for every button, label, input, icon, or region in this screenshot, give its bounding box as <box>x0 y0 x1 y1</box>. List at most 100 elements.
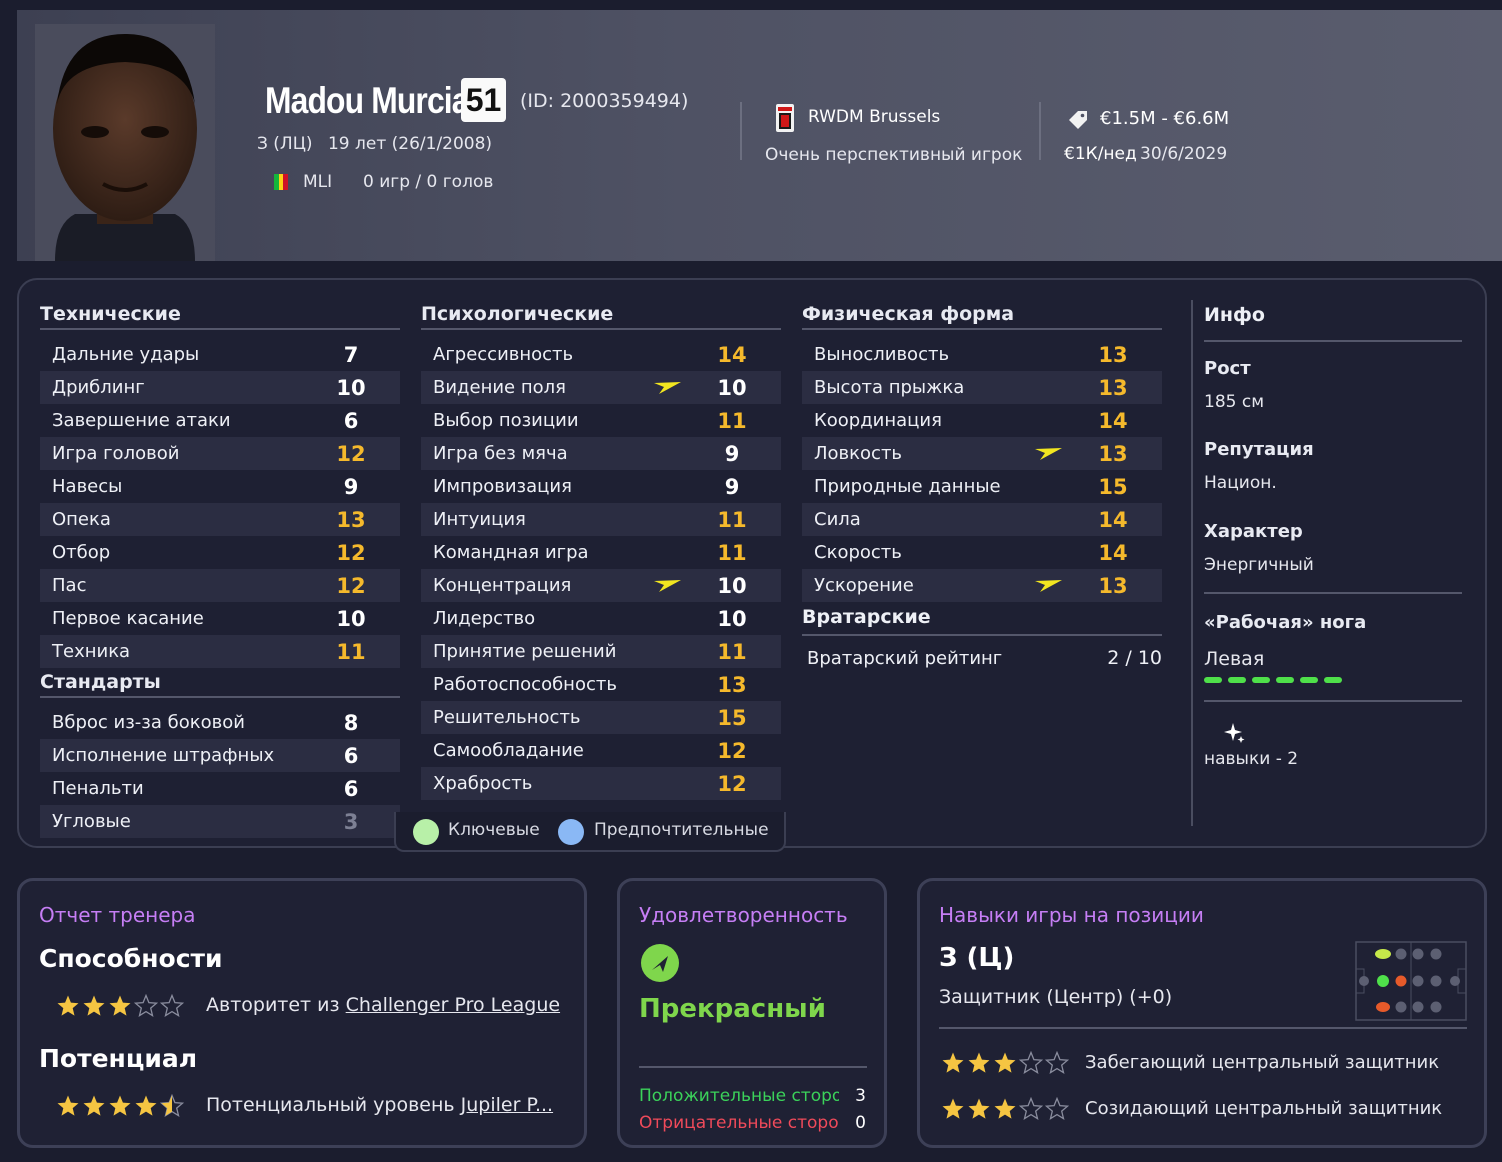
attribute-row[interactable]: Командная игра 11 <box>421 536 781 569</box>
position-description: Защитник (Центр) (+0) <box>939 986 1173 1008</box>
attribute-row[interactable]: Интуиция 11 <box>421 503 781 536</box>
attribute-row[interactable]: Храбрость 12 <box>421 767 781 800</box>
attribute-row[interactable]: Навесы 9 <box>40 470 400 503</box>
transfer-value: €1.5M - €6.6M <box>1100 108 1230 129</box>
attribute-row[interactable]: Дальние удары 7 <box>40 338 400 371</box>
attribute-value: 8 <box>343 710 359 735</box>
preferred-attribute-dot[interactable] <box>558 819 584 845</box>
negative-factors-label[interactable]: Отрицательные сторо... <box>639 1113 839 1133</box>
attribute-value: 15 <box>1098 474 1128 499</box>
goalkeeping-rating-row[interactable]: Вратарский рейтинг 2 / 10 <box>802 634 1162 678</box>
attribute-row[interactable]: Высота прыжка 13 <box>802 371 1162 404</box>
attribute-value: 13 <box>1098 573 1128 598</box>
attribute-row[interactable]: Ловкость 13 <box>802 437 1162 470</box>
attribute-row[interactable]: Пенальти 6 <box>40 772 400 805</box>
ability-label: Способности <box>39 944 223 973</box>
player-id: (ID: 2000359494) <box>520 90 689 112</box>
star-icon <box>135 1095 157 1116</box>
attribute-row[interactable]: Природные данные 15 <box>802 470 1162 503</box>
club-name[interactable]: RWDM Brussels <box>808 107 940 127</box>
attribute-row[interactable]: Работоспособность 13 <box>421 668 781 701</box>
potential-league-link[interactable]: Jupiler P... <box>461 1094 553 1116</box>
attribute-row[interactable]: Отбор 12 <box>40 536 400 569</box>
key-attribute-dot[interactable] <box>413 819 439 845</box>
attribute-row[interactable]: Выбор позиции 11 <box>421 404 781 437</box>
attribute-row[interactable]: Решительность 15 <box>421 701 781 734</box>
price-tag-icon <box>1069 111 1087 129</box>
height-label: Рост <box>1204 358 1251 379</box>
attribute-row[interactable]: Видение поля 10 <box>421 371 781 404</box>
nationality[interactable]: MLI <box>303 172 332 192</box>
attribute-row[interactable]: Скорость 14 <box>802 536 1162 569</box>
attribute-value: 13 <box>717 672 747 697</box>
foot-strength-bar <box>1204 677 1342 683</box>
info-column: Инфо Рост 185 см Репутация Национ. Харак… <box>1204 300 1462 769</box>
star-empty-icon <box>1019 1097 1043 1120</box>
star-icon <box>83 995 105 1016</box>
attribute-row[interactable]: Координация 14 <box>802 404 1162 437</box>
attribute-row[interactable]: Техника 11 <box>40 635 400 668</box>
attribute-value: 6 <box>343 776 359 801</box>
attribute-value: 11 <box>336 639 366 664</box>
prospect-status: Очень перспективный игрок <box>765 145 1023 165</box>
attribute-row[interactable]: Пас 12 <box>40 569 400 602</box>
improving-arrow-icon <box>1035 448 1062 460</box>
positive-factors-label[interactable]: Положительные сторо... <box>639 1086 839 1106</box>
positive-factors-count: 3 <box>855 1086 866 1106</box>
attribute-value: 13 <box>336 507 366 532</box>
goalkeeping-rating-value: 2 / 10 <box>1107 647 1162 669</box>
player-photo <box>35 24 215 261</box>
column-divider <box>1191 300 1193 826</box>
attribute-row[interactable]: Принятие решений 11 <box>421 635 781 668</box>
ability-stars <box>56 994 184 1018</box>
attribute-row[interactable]: Завершение атаки 6 <box>40 404 400 437</box>
personality-label: Характер <box>1204 521 1303 542</box>
club-badge-icon <box>776 104 794 132</box>
attribute-value: 10 <box>717 573 747 598</box>
attribute-value: 10 <box>717 606 747 631</box>
attribute-value: 11 <box>717 408 747 433</box>
pitch-positions-icon[interactable] <box>1355 941 1467 1021</box>
star-empty-icon <box>1019 1051 1043 1074</box>
legend-key-label[interactable]: Ключевые <box>448 820 540 840</box>
attribute-row[interactable]: Импровизация 9 <box>421 470 781 503</box>
ability-league-link[interactable]: Challenger Pro League <box>346 994 560 1016</box>
position-age: З (ЛЦ) 19 лет (26/1/2008) <box>257 134 502 154</box>
attribute-value: 10 <box>336 606 366 631</box>
attribute-value: 12 <box>336 573 366 598</box>
attribute-value: 6 <box>343 408 359 433</box>
attribute-row[interactable]: Вброс из-за боковой 8 <box>40 706 400 739</box>
section-title-goalkeeping: Вратарские <box>802 606 931 628</box>
attribute-row[interactable]: Сила 14 <box>802 503 1162 536</box>
attribute-row[interactable]: Самообладание 12 <box>421 734 781 767</box>
info-title: Инфо <box>1204 300 1462 342</box>
improving-arrow-icon <box>654 580 681 592</box>
role-label[interactable]: Забегающий центральный защитник <box>1085 1052 1439 1073</box>
attribute-row[interactable]: Ускорение 13 <box>802 569 1162 602</box>
attribute-row[interactable]: Угловые 3 <box>40 805 400 838</box>
attribute-row[interactable]: Первое касание 10 <box>40 602 400 635</box>
traits-link[interactable]: навыки - 2 <box>1204 749 1298 769</box>
attribute-row[interactable]: Игра без мяча 9 <box>421 437 781 470</box>
star-icon <box>994 1052 1016 1073</box>
card-title: Удовлетворенность <box>639 903 848 927</box>
divider <box>639 1066 867 1068</box>
attribute-row[interactable]: Исполнение штрафных 6 <box>40 739 400 772</box>
attribute-row[interactable]: Выносливость 13 <box>802 338 1162 371</box>
nation-flag-icon <box>274 174 289 190</box>
role-label[interactable]: Созидающий центральный защитник <box>1085 1098 1442 1119</box>
attribute-row[interactable]: Дриблинг 10 <box>40 371 400 404</box>
attribute-row[interactable]: Опека 13 <box>40 503 400 536</box>
goalkeeping-rating-label: Вратарский рейтинг <box>807 648 1003 669</box>
attribute-value: 10 <box>717 375 747 400</box>
divider <box>1204 592 1462 594</box>
attribute-row[interactable]: Агрессивность 14 <box>421 338 781 371</box>
attribute-row[interactable]: Концентрация 10 <box>421 569 781 602</box>
star-icon <box>109 995 131 1016</box>
negative-factors-count: 0 <box>855 1113 866 1133</box>
attribute-row[interactable]: Игра головой 12 <box>40 437 400 470</box>
attribute-row[interactable]: Лидерство 10 <box>421 602 781 635</box>
legend-preferred-label[interactable]: Предпочтительные <box>594 820 769 840</box>
apps-goals: 0 игр / 0 голов <box>363 172 494 192</box>
height-value: 185 см <box>1204 392 1265 412</box>
